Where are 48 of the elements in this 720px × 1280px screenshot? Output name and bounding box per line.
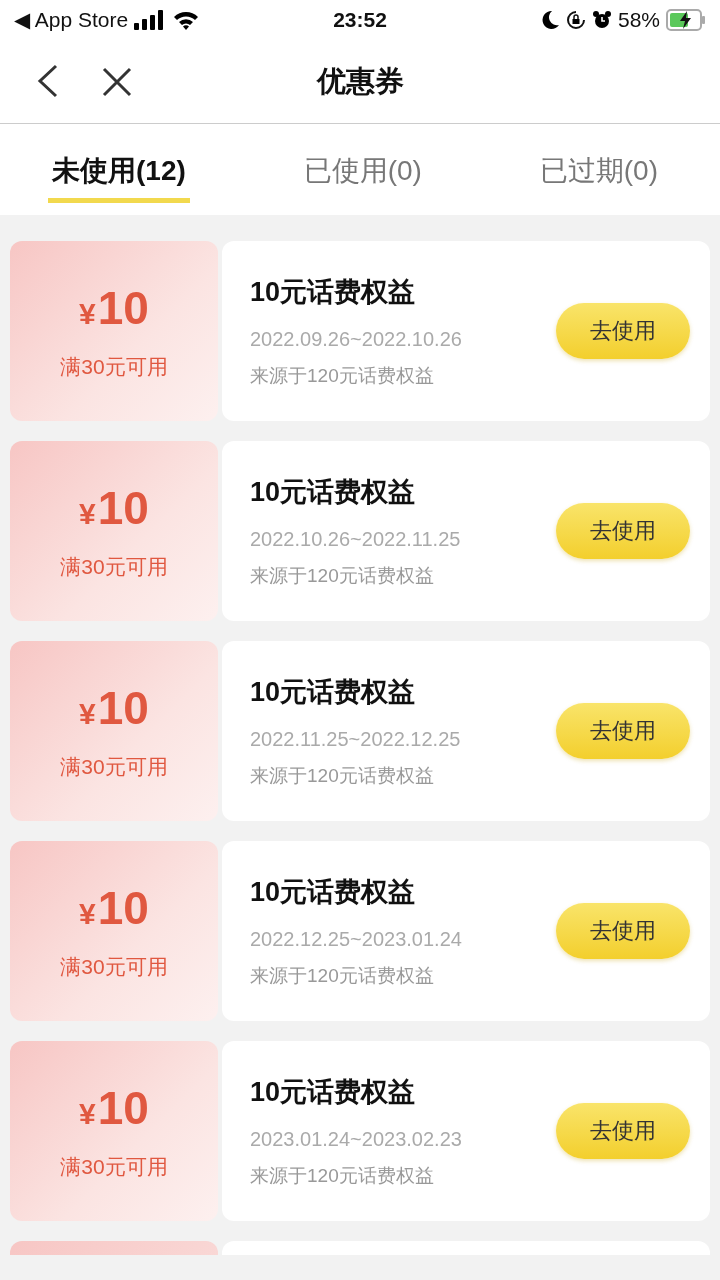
currency-symbol: ¥ <box>79 697 96 731</box>
moon-icon <box>541 10 560 30</box>
coupon-amount: 10 <box>97 1081 149 1135</box>
coupon-amount: 10 <box>97 281 149 335</box>
currency-symbol: ¥ <box>79 897 96 931</box>
tab[interactable]: 未使用(12) <box>48 124 190 203</box>
wifi-icon <box>172 10 201 30</box>
coupon-source: 来源于120元话费权益 <box>250 1163 435 1188</box>
coupon-title: 10元话费权益 <box>250 275 417 309</box>
use-button[interactable]: 去使用 <box>556 903 690 959</box>
coupon-title: 10元话费权益 <box>250 475 417 509</box>
validity-period: 2022.12.25~2023.01.24 <box>250 927 463 951</box>
usage-condition: 满30元可用 <box>60 754 168 780</box>
coupon-title: 10元话费权益 <box>250 875 417 909</box>
validity-period: 2022.09.26~2022.10.26 <box>250 327 463 351</box>
use-button[interactable]: 去使用 <box>556 303 690 359</box>
validity-period: 2023.01.24~2023.02.23 <box>250 1127 463 1151</box>
currency-symbol: ¥ <box>79 497 96 531</box>
tab[interactable]: 已过期(0) <box>535 124 662 203</box>
alarm-clock-icon <box>591 10 612 30</box>
page-title: 优惠券 <box>316 63 404 99</box>
coupon-source: 来源于120元话费权益 <box>250 363 435 388</box>
coupon-source: 来源于120元话费权益 <box>250 963 435 988</box>
coupon-amount: 10 <box>97 881 149 935</box>
usage-condition: 满30元可用 <box>60 554 168 580</box>
use-button[interactable]: 去使用 <box>556 703 690 759</box>
use-button[interactable]: 去使用 <box>556 503 690 559</box>
coupon-amount: 10 <box>97 681 149 735</box>
close-icon[interactable] <box>102 67 132 97</box>
battery-charging-icon <box>666 9 706 31</box>
validity-period: 2022.11.25~2022.12.25 <box>250 727 462 751</box>
coupon-amount: 10 <box>97 481 149 535</box>
use-button[interactable]: 去使用 <box>556 1103 690 1159</box>
coupon-source: 来源于120元话费权益 <box>250 563 435 588</box>
coupon-title: 10元话费权益 <box>250 1075 417 1109</box>
usage-condition: 满30元可用 <box>60 354 168 380</box>
rotation-lock-icon <box>565 10 586 30</box>
back-to-app-link[interactable]: ◀ App Store <box>14 8 129 32</box>
usage-condition: 满30元可用 <box>60 1154 168 1180</box>
validity-period: 2022.10.26~2022.11.25 <box>250 527 462 551</box>
usage-condition: 满30元可用 <box>60 954 168 980</box>
battery-percent: 58% <box>617 8 660 32</box>
tab[interactable]: 已使用(0) <box>299 124 426 203</box>
currency-symbol: ¥ <box>79 1097 96 1131</box>
coupon-title: 10元话费权益 <box>250 675 417 709</box>
coupon-source: 来源于120元话费权益 <box>250 763 435 788</box>
currency-symbol: ¥ <box>79 297 96 331</box>
status-time: 23:52 <box>333 8 387 32</box>
